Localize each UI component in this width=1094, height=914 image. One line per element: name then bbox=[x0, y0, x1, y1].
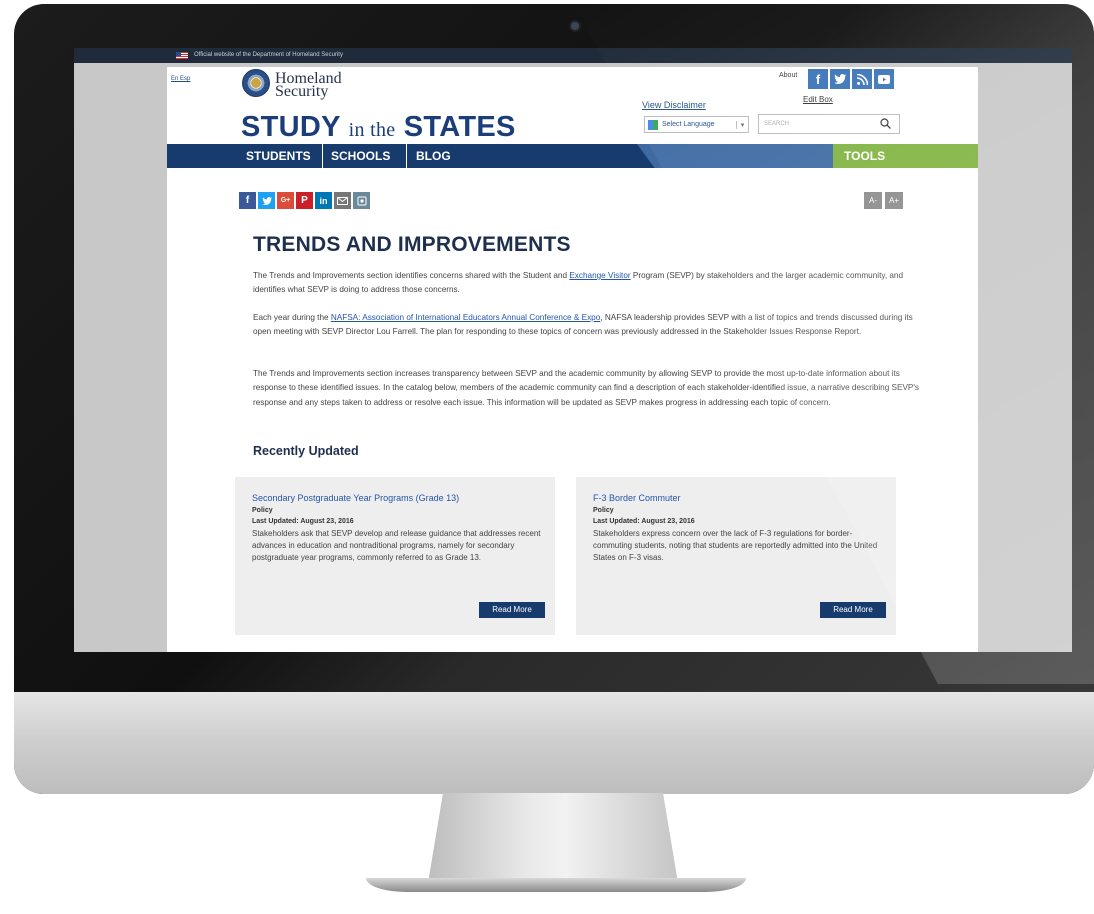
dhs-logo-text[interactable]: Homeland Security bbox=[275, 71, 342, 100]
font-increase-button[interactable]: A+ bbox=[885, 192, 903, 209]
monitor-stand-neck bbox=[428, 793, 678, 883]
us-flag-icon bbox=[176, 52, 188, 59]
chevron-down-icon: ▾ bbox=[736, 120, 748, 129]
nav-students[interactable]: STUDENTS bbox=[241, 144, 323, 168]
card-description: Stakeholders ask that SEVP develop and r… bbox=[252, 529, 541, 562]
card-description: Stakeholders express concern over the la… bbox=[593, 529, 878, 562]
site-title-part2: in the bbox=[348, 119, 396, 141]
card-title-link[interactable]: F-3 Border Commuter bbox=[593, 493, 681, 503]
page-title: TRENDS AND IMPROVEMENTS bbox=[253, 233, 571, 256]
nav-accent bbox=[637, 144, 833, 168]
intro-paragraph: The Trends and Improvements section iden… bbox=[253, 269, 923, 298]
share-facebook-icon[interactable]: f bbox=[239, 192, 256, 209]
share-googleplus-icon[interactable]: G+ bbox=[277, 192, 294, 209]
monitor-chin bbox=[14, 692, 1094, 794]
youtube-icon[interactable] bbox=[874, 69, 894, 89]
language-toggle-link[interactable]: En Esp bbox=[171, 76, 190, 82]
share-email-icon[interactable] bbox=[334, 192, 351, 209]
nav-blog[interactable]: BLOG bbox=[408, 144, 468, 168]
browser-screen: Official website of the Department of Ho… bbox=[74, 48, 1072, 652]
card-date: Last Updated: August 23, 2016 bbox=[252, 518, 354, 525]
gov-banner: Official website of the Department of Ho… bbox=[74, 48, 1072, 63]
select-language-label: Select Language bbox=[662, 121, 715, 128]
font-size-controls: A- A+ bbox=[864, 192, 903, 209]
card-date: Last Updated: August 23, 2016 bbox=[593, 518, 695, 525]
view-disclaimer-link[interactable]: View Disclaimer bbox=[642, 100, 706, 110]
recently-updated-heading: Recently Updated bbox=[253, 444, 359, 458]
google-translate-icon bbox=[648, 119, 658, 130]
search-icon[interactable] bbox=[880, 118, 891, 129]
exchange-visitor-link[interactable]: Exchange Visitor bbox=[569, 271, 630, 280]
update-card: F-3 Border Commuter Policy Last Updated:… bbox=[576, 477, 896, 635]
eagle-icon bbox=[251, 78, 261, 88]
site-title-part3: STATES bbox=[403, 111, 516, 143]
nafsa-paragraph: Each year during the NAFSA: Association … bbox=[253, 311, 923, 340]
nav-schools[interactable]: SCHOOLS bbox=[324, 144, 407, 168]
p2-text-a: Each year during the bbox=[253, 313, 331, 322]
rss-icon[interactable] bbox=[852, 69, 872, 89]
monitor-frame: Official website of the Department of Ho… bbox=[14, 4, 1094, 794]
webcam-icon bbox=[569, 20, 581, 32]
card-category: Policy bbox=[252, 507, 273, 514]
monitor-stand-foot bbox=[366, 878, 746, 892]
p1-text-a: The Trends and Improvements section iden… bbox=[253, 271, 570, 280]
edit-box-link[interactable]: Edit Box bbox=[803, 95, 833, 104]
font-decrease-button[interactable]: A- bbox=[864, 192, 882, 209]
about-link[interactable]: About bbox=[779, 72, 797, 79]
share-linkedin-icon[interactable]: in bbox=[315, 192, 332, 209]
social-links: f bbox=[808, 69, 894, 89]
select-language-dropdown[interactable]: Select Language ▾ bbox=[644, 116, 749, 133]
read-more-button[interactable]: Read More bbox=[479, 602, 545, 618]
read-more-button[interactable]: Read More bbox=[820, 602, 886, 618]
card-title-link[interactable]: Secondary Postgraduate Year Programs (Gr… bbox=[252, 493, 459, 503]
share-twitter-icon[interactable] bbox=[258, 192, 275, 209]
nav-tools[interactable]: TOOLS bbox=[833, 144, 978, 168]
facebook-icon[interactable]: f bbox=[808, 69, 828, 89]
twitter-icon[interactable] bbox=[830, 69, 850, 89]
dhs-seal-icon bbox=[242, 69, 270, 97]
share-pinterest-icon[interactable]: P bbox=[296, 192, 313, 209]
nafsa-link[interactable]: NAFSA: Association of International Educ… bbox=[331, 313, 600, 322]
share-bar: f G+ P in bbox=[239, 192, 370, 209]
share-more-icon[interactable] bbox=[353, 192, 370, 209]
site-title-part1: STUDY bbox=[241, 111, 341, 143]
site-title[interactable]: STUDY in the STATES bbox=[241, 111, 516, 144]
card-category: Policy bbox=[593, 507, 614, 514]
search-input[interactable]: SEARCH bbox=[758, 114, 900, 134]
transparency-paragraph: The Trends and Improvements section incr… bbox=[253, 369, 920, 407]
web-page: En Esp Homeland Security STUDY in the ST… bbox=[167, 67, 978, 652]
gov-banner-text: Official website of the Department of Ho… bbox=[194, 52, 343, 58]
update-card: Secondary Postgraduate Year Programs (Gr… bbox=[235, 477, 555, 635]
